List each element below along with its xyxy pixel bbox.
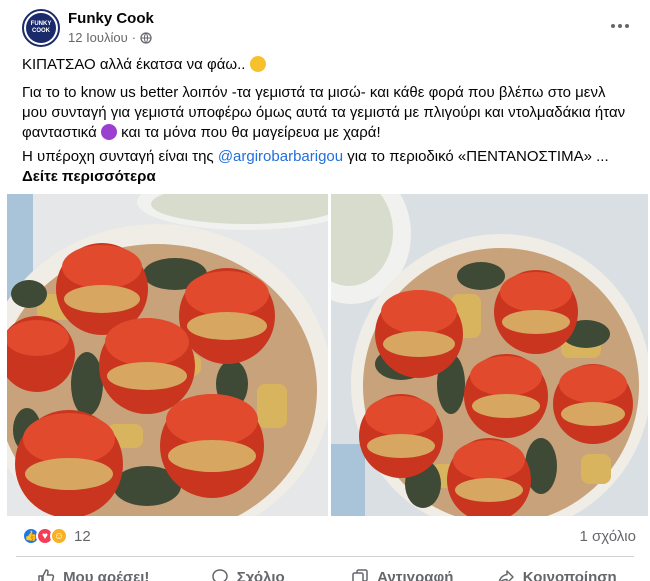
avatar[interactable]: FUNKY COOK: [22, 9, 60, 47]
heart-eyes-emoji-icon: [100, 124, 117, 140]
comment-button[interactable]: Σχόλιο: [171, 562, 326, 581]
hugging-emoji-icon: [249, 56, 266, 72]
dot-icon: [611, 24, 615, 28]
reaction-count: 12: [74, 527, 91, 545]
dot-icon: [625, 24, 629, 28]
facebook-post: FUNKY COOK Funky Cook 12 Ιουλίου · ΚΙΠΑΤ…: [0, 0, 650, 581]
comments-count[interactable]: 1 σχόλιο: [580, 528, 636, 545]
stuffed-tomatoes-photo-right: [331, 194, 648, 516]
share-icon: [498, 570, 514, 581]
post-text-paragraph3: Η υπέροχη συνταγή είναι της @argirobarba…: [22, 148, 609, 185]
dot-icon: [618, 24, 622, 28]
post-meta: 12 Ιουλίου ·: [68, 30, 152, 45]
avatar-logo: FUNKY COOK: [26, 13, 56, 43]
comment-icon: [212, 569, 228, 581]
post-photo-1[interactable]: [7, 194, 328, 516]
care-icon: ☺: [50, 527, 68, 545]
author-name[interactable]: Funky Cook: [68, 10, 154, 27]
post-text-line1: ΚΙΠΑΤΣΑΟ αλλά έκατσα να φάω..: [22, 55, 634, 75]
copy-button[interactable]: Αντιγραφή: [325, 562, 480, 581]
thumbs-up-icon: [38, 569, 55, 581]
mention-link[interactable]: @argirobarbarigou: [218, 148, 343, 165]
globe-icon: [140, 31, 152, 44]
post-date[interactable]: 12 Ιουλίου: [68, 30, 128, 45]
reactions-summary[interactable]: 👍 ♥ ☺ 12: [22, 527, 91, 545]
post-photo-2[interactable]: [331, 194, 648, 516]
copy-icon: [352, 569, 368, 581]
divider: [16, 556, 634, 557]
action-bar: Μου αρέσει! Σχόλιο Αντιγραφή Κοινοποίηση: [16, 562, 634, 581]
post-text-paragraph2: Για το to know us better λοιπόν -τα γεμι…: [22, 84, 626, 141]
more-options-button[interactable]: [605, 14, 635, 38]
like-button[interactable]: Μου αρέσει!: [16, 562, 171, 581]
see-more-link[interactable]: Δείτε περισσότερα: [22, 168, 156, 185]
share-button[interactable]: Κοινοποίηση: [480, 562, 635, 581]
stuffed-tomatoes-photo-left: [7, 194, 328, 516]
